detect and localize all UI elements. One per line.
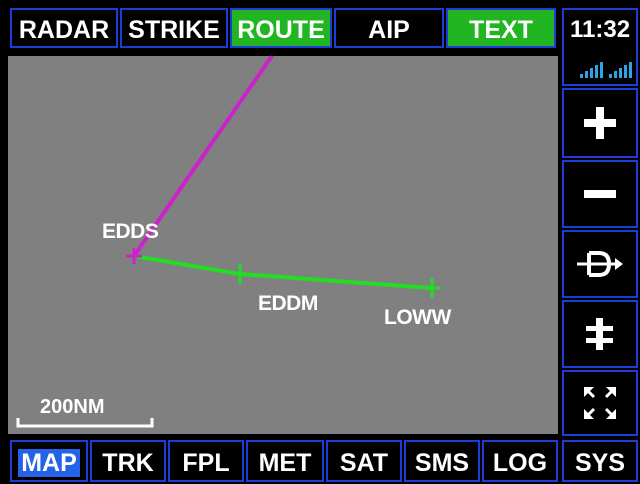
tab-aip[interactable]: AIP bbox=[334, 8, 444, 48]
status-box: 11:32 bbox=[562, 8, 638, 86]
zoom-in-button[interactable] bbox=[562, 88, 638, 158]
tab-strike[interactable]: STRIKE bbox=[120, 8, 228, 48]
scale-label: 200NM bbox=[40, 396, 105, 418]
map-view[interactable]: EDDS EDDM LOWW 200NM bbox=[8, 56, 558, 434]
waypoint-eddm-marker[interactable] bbox=[232, 264, 248, 284]
tab-radar[interactable]: RADAR bbox=[10, 8, 118, 48]
planned-route-line bbox=[133, 254, 433, 290]
fullscreen-icon bbox=[583, 386, 617, 420]
tab-sys[interactable]: SYS bbox=[562, 440, 638, 482]
waypoint-eddm-label: EDDM bbox=[258, 292, 318, 315]
tab-log[interactable]: LOG bbox=[482, 440, 558, 482]
signal-icon bbox=[609, 62, 632, 78]
waypoint-loww-label: LOWW bbox=[384, 306, 451, 329]
direct-to-icon bbox=[577, 251, 623, 277]
tab-route[interactable]: ROUTE bbox=[230, 8, 332, 48]
tab-map-label: MAP bbox=[18, 449, 80, 477]
signal-indicator bbox=[580, 62, 632, 78]
bottom-tab-bar: MAP TRK FPL MET SAT SMS LOG SYS bbox=[0, 438, 640, 484]
route-layer bbox=[16, 56, 440, 428]
clock: 11:32 bbox=[570, 16, 631, 43]
waypoint-edds-label: EDDS bbox=[102, 220, 159, 243]
tab-trk[interactable]: TRK bbox=[90, 440, 166, 482]
waypoint-loww-marker[interactable] bbox=[424, 278, 440, 298]
fullscreen-button[interactable] bbox=[562, 370, 638, 436]
tab-fpl[interactable]: FPL bbox=[168, 440, 244, 482]
minus-icon bbox=[584, 190, 616, 198]
top-tab-bar: RADAR STRIKE ROUTE AIP TEXT bbox=[0, 0, 560, 54]
scale-bar bbox=[16, 418, 154, 428]
tab-map[interactable]: MAP bbox=[10, 440, 88, 482]
signal-icon bbox=[580, 62, 603, 78]
airport-icon bbox=[586, 318, 613, 350]
direct-to-button[interactable] bbox=[562, 230, 638, 298]
plus-icon bbox=[584, 107, 616, 139]
tab-met[interactable]: MET bbox=[246, 440, 324, 482]
tab-sat[interactable]: SAT bbox=[326, 440, 402, 482]
nearest-airport-button[interactable] bbox=[562, 300, 638, 368]
tab-text[interactable]: TEXT bbox=[446, 8, 556, 48]
tab-sms[interactable]: SMS bbox=[404, 440, 480, 482]
zoom-out-button[interactable] bbox=[562, 160, 638, 228]
side-panel: 11:32 bbox=[560, 0, 640, 484]
